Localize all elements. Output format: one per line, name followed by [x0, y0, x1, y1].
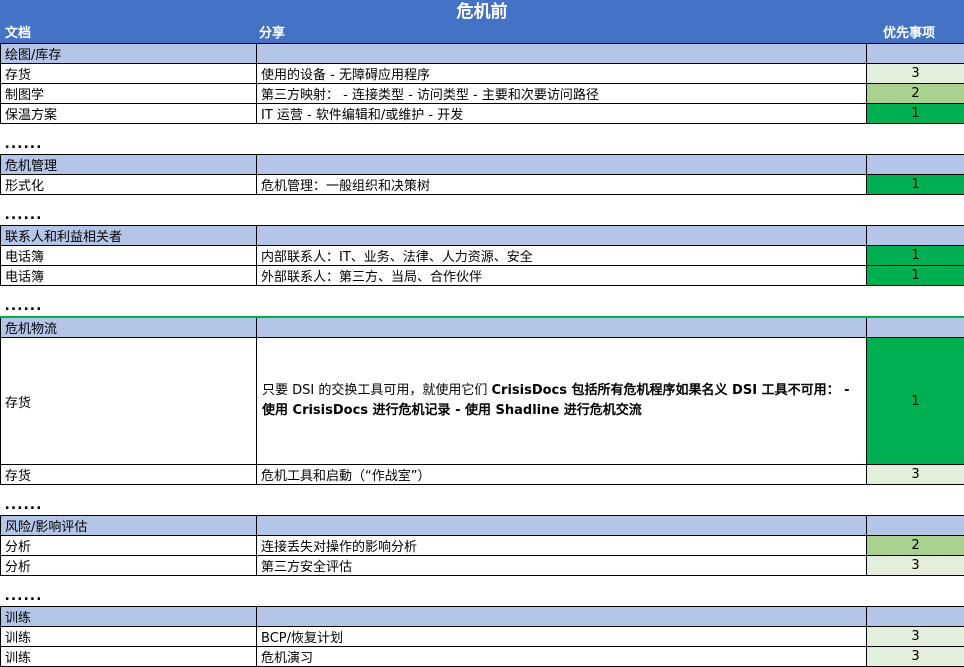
doc-cell: 制图学 [1, 84, 257, 104]
priority-cell: 3 [867, 465, 964, 485]
priority-cell: 3 [867, 64, 964, 84]
ellipsis-row: ...... [1, 485, 964, 516]
share-cell: 只要 DSI 的交换工具可用，就使用它们 CrisisDocs 包括所有危机程序… [257, 338, 867, 465]
section-row[interactable]: 训练 [1, 607, 964, 627]
ellipsis-row: ...... [1, 576, 964, 607]
priority-cell: 1 [867, 104, 964, 124]
table-row[interactable]: 保温方案 IT 运营 - 软件编辑和/或维护 - 开发 1 [1, 104, 964, 124]
share-cell: 使用的设备 - 无障碍应用程序 [257, 64, 867, 84]
table-row[interactable]: 分析 连接丢失对操作的影响分析 2 [1, 536, 964, 556]
ellipsis: ...... [1, 124, 964, 155]
priority-cell: 3 [867, 647, 964, 667]
share-cell: 第三方安全评估 [257, 556, 867, 576]
share-cell: BCP/恢复计划 [257, 627, 867, 647]
table-row[interactable]: 制图学 第三方映射： - 连接类型 - 访问类型 - 主要和次要访问路径 2 [1, 84, 964, 104]
column-header-share: 分享 [259, 25, 285, 43]
doc-cell: 形式化 [1, 175, 257, 195]
table-row[interactable]: 电话簿 内部联系人：IT、业务、法律、人力资源、安全 1 [1, 246, 964, 266]
section-row[interactable]: 危机管理 [1, 155, 964, 175]
table-row[interactable]: 存货 危机工具和启動（“作战室”） 3 [1, 465, 964, 485]
priority-cell: 1 [867, 246, 964, 266]
ellipsis-row: ...... [1, 195, 964, 226]
share-cell: IT 运营 - 软件编辑和/或维护 - 开发 [257, 104, 867, 124]
doc-cell: 分析 [1, 556, 257, 576]
doc-cell: 存货 [1, 64, 257, 84]
section-title: 联系人和利益相关者 [1, 226, 257, 246]
ellipsis: ...... [1, 485, 964, 516]
section-row[interactable]: 危机物流 [1, 317, 964, 338]
doc-cell: 存货 [1, 338, 257, 465]
page-title: 危机前 [0, 0, 964, 25]
column-header-doc: 文档 [5, 25, 31, 43]
table-row[interactable]: 分析 第三方安全评估 3 [1, 556, 964, 576]
table-row[interactable]: 存货 只要 DSI 的交换工具可用，就使用它们 CrisisDocs 包括所有危… [1, 338, 964, 465]
section-title: 危机管理 [1, 155, 257, 175]
priority-cell: 1 [867, 266, 964, 286]
section-title: 训练 [1, 607, 257, 627]
column-header-row: 文档 分享 优先事项 [0, 25, 964, 43]
share-cell: 内部联系人：IT、业务、法律、人力资源、安全 [257, 246, 867, 266]
doc-cell: 电话簿 [1, 246, 257, 266]
section-title: 风险/影响评估 [1, 516, 257, 536]
section-row[interactable]: 绘图/库存 [1, 44, 964, 64]
doc-cell: 训练 [1, 647, 257, 667]
table-row[interactable]: 存货 使用的设备 - 无障碍应用程序 3 [1, 64, 964, 84]
table-row[interactable]: 电话簿 外部联系人：第三方、当局、合作伙伴 1 [1, 266, 964, 286]
priority-cell: 2 [867, 536, 964, 556]
document-table: 绘图/库存 存货 使用的设备 - 无障碍应用程序 3 制图学 第三方映射： - … [0, 43, 964, 667]
table-row[interactable]: 训练 BCP/恢复计划 3 [1, 627, 964, 647]
share-cell: 危机管理：一般组织和决策树 [257, 175, 867, 195]
doc-cell: 电话簿 [1, 266, 257, 286]
doc-cell: 保温方案 [1, 104, 257, 124]
column-header-priority: 优先事项 [883, 25, 935, 43]
doc-cell: 训练 [1, 627, 257, 647]
share-cell: 连接丢失对操作的影响分析 [257, 536, 867, 556]
priority-cell: 1 [867, 338, 964, 465]
priority-cell: 2 [867, 84, 964, 104]
priority-cell: 3 [867, 627, 964, 647]
section-title: 危机物流 [1, 317, 257, 338]
ellipsis-row: ...... [1, 286, 964, 318]
table-row[interactable]: 训练 危机演习 3 [1, 647, 964, 667]
share-cell: 危机工具和启動（“作战室”） [257, 465, 867, 485]
priority-cell: 1 [867, 175, 964, 195]
ellipsis: ...... [1, 195, 964, 226]
section-title: 绘图/库存 [1, 44, 257, 64]
share-cell: 第三方映射： - 连接类型 - 访问类型 - 主要和次要访问路径 [257, 84, 867, 104]
table-row[interactable]: 形式化 危机管理：一般组织和决策树 1 [1, 175, 964, 195]
ellipsis-row: ...... [1, 124, 964, 155]
priority-cell: 3 [867, 556, 964, 576]
doc-cell: 存货 [1, 465, 257, 485]
doc-cell: 分析 [1, 536, 257, 556]
share-cell: 外部联系人：第三方、当局、合作伙伴 [257, 266, 867, 286]
spreadsheet: 危机前 文档 分享 优先事项 绘图/库存 存货 使用的设备 - 无障碍应用程序 … [0, 0, 964, 649]
section-row[interactable]: 联系人和利益相关者 [1, 226, 964, 246]
ellipsis: ...... [1, 286, 964, 318]
ellipsis: ...... [1, 576, 964, 607]
share-cell: 危机演习 [257, 647, 867, 667]
section-row[interactable]: 风险/影响评估 [1, 516, 964, 536]
share-text-regular: 只要 DSI 的交换工具可用，就使用它们 [262, 383, 492, 398]
